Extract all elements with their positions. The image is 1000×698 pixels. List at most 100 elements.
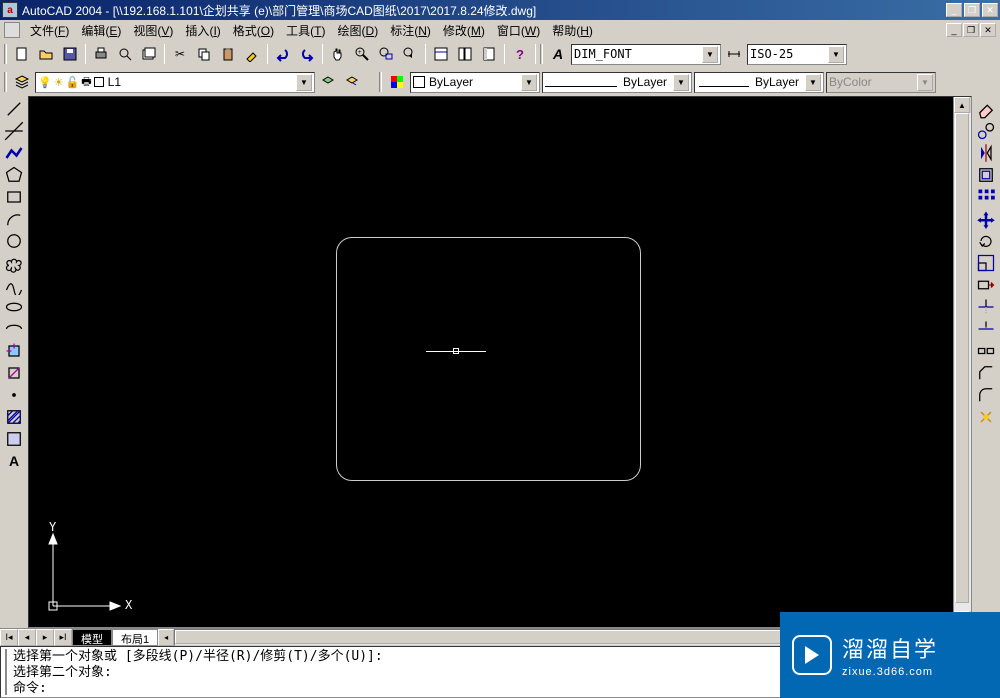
new-button[interactable] — [11, 43, 33, 65]
color-combo[interactable]: ByLayer▼ — [410, 72, 540, 93]
stretch-tool[interactable] — [975, 274, 997, 296]
grip-icon[interactable] — [540, 44, 543, 64]
line-tool[interactable] — [3, 98, 25, 120]
publish-button[interactable] — [138, 43, 160, 65]
restore-button[interactable]: ❐ — [964, 3, 980, 17]
menu-insert[interactable]: 插入(I) — [179, 20, 226, 41]
mtext-tool[interactable]: A — [3, 450, 25, 472]
layer-prev-button[interactable] — [341, 71, 363, 93]
mdi-minimize-button[interactable]: _ — [946, 23, 962, 37]
scale-tool[interactable] — [975, 252, 997, 274]
ellipse-arc-tool[interactable] — [3, 318, 25, 340]
menu-window[interactable]: 窗口(W) — [491, 20, 546, 41]
print-button[interactable] — [90, 43, 112, 65]
layer-state-button[interactable] — [317, 71, 339, 93]
paste-button[interactable] — [217, 43, 239, 65]
zoom-rt-button[interactable]: + — [351, 43, 373, 65]
toolpalettes-button[interactable] — [478, 43, 500, 65]
rectangle-tool[interactable] — [3, 186, 25, 208]
close-button[interactable]: ✕ — [982, 3, 998, 17]
designcenter-button[interactable] — [454, 43, 476, 65]
array-tool[interactable] — [975, 186, 997, 208]
vertical-scrollbar[interactable]: ▲ ▼ — [953, 97, 971, 627]
layer-combo[interactable]: 💡 ☀ 🔓 🖶 L1 ▼ — [35, 72, 315, 93]
cut-button[interactable]: ✂ — [169, 43, 191, 65]
grip-icon[interactable] — [5, 649, 9, 695]
menu-view[interactable]: 视图(V) — [127, 20, 179, 41]
mdi-close-button[interactable]: ✕ — [980, 23, 996, 37]
redo-button[interactable] — [296, 43, 318, 65]
tab-model[interactable]: 模型 — [72, 629, 112, 646]
point-tool[interactable] — [3, 384, 25, 406]
move-tool[interactable] — [975, 208, 997, 230]
mirror-tool[interactable] — [975, 142, 997, 164]
rounded-rectangle-object[interactable] — [336, 237, 641, 481]
chamfer-tool[interactable] — [975, 362, 997, 384]
trim-tool[interactable] — [975, 296, 997, 318]
color-button[interactable] — [386, 71, 408, 93]
menu-dim[interactable]: 标注(N) — [384, 20, 437, 41]
grip-icon[interactable] — [379, 72, 382, 92]
play-icon — [792, 635, 832, 675]
tab-layout1[interactable]: 布局1 — [112, 629, 158, 646]
break-tool[interactable] — [975, 340, 997, 362]
copy-button[interactable] — [193, 43, 215, 65]
zoom-window-button[interactable] — [375, 43, 397, 65]
menu-file[interactable]: 文件(F) — [24, 20, 75, 41]
mdi-restore-button[interactable]: ❐ — [963, 23, 979, 37]
tab-last-button[interactable]: ▸I — [54, 629, 72, 646]
save-button[interactable] — [59, 43, 81, 65]
hscroll-left-button[interactable]: ◂ — [158, 629, 174, 646]
undo-button[interactable] — [272, 43, 294, 65]
insert-block-tool[interactable] — [3, 340, 25, 362]
layer-manager-button[interactable] — [11, 71, 33, 93]
extend-tool[interactable] — [975, 318, 997, 340]
grip-icon[interactable] — [4, 72, 7, 92]
help-button[interactable]: ? — [509, 43, 531, 65]
drawing-canvas[interactable]: Y X — [29, 97, 953, 627]
polygon-tool[interactable] — [3, 164, 25, 186]
erase-tool[interactable] — [975, 98, 997, 120]
title-bar: a AutoCAD 2004 - [\\192.168.1.101\企划共享 (… — [0, 0, 1000, 20]
xline-tool[interactable] — [3, 120, 25, 142]
hatch-tool[interactable] — [3, 406, 25, 428]
menu-tools[interactable]: 工具(T) — [280, 20, 331, 41]
textstyle-combo[interactable]: DIM_FONT▼ — [571, 44, 721, 65]
menu-format[interactable]: 格式(O) — [227, 20, 280, 41]
tab-first-button[interactable]: I◂ — [0, 629, 18, 646]
polyline-tool[interactable] — [3, 142, 25, 164]
textstyle-a-icon[interactable]: A — [547, 43, 569, 65]
minimize-button[interactable]: _ — [946, 3, 962, 17]
preview-button[interactable] — [114, 43, 136, 65]
match-prop-button[interactable] — [241, 43, 263, 65]
linetype-combo[interactable]: ByLayer▼ — [542, 72, 692, 93]
zoom-prev-button[interactable] — [399, 43, 421, 65]
menu-modify[interactable]: 修改(M) — [437, 20, 491, 41]
make-block-tool[interactable] — [3, 362, 25, 384]
tab-next-button[interactable]: ▸ — [36, 629, 54, 646]
grip-icon[interactable] — [4, 44, 7, 64]
spline-tool[interactable] — [3, 274, 25, 296]
color-swatch-icon — [94, 77, 104, 87]
menu-draw[interactable]: 绘图(D) — [332, 20, 385, 41]
region-tool[interactable] — [3, 428, 25, 450]
fillet-tool[interactable] — [975, 384, 997, 406]
arc-tool[interactable] — [3, 208, 25, 230]
properties-button[interactable] — [430, 43, 452, 65]
rotate-tool[interactable] — [975, 230, 997, 252]
tab-prev-button[interactable]: ◂ — [18, 629, 36, 646]
offset-tool[interactable] — [975, 164, 997, 186]
dimstyle-icon[interactable] — [723, 43, 745, 65]
lineweight-combo[interactable]: ByLayer▼ — [694, 72, 824, 93]
copy-tool[interactable] — [975, 120, 997, 142]
dimstyle-combo[interactable]: ISO-25▼ — [747, 44, 847, 65]
menu-edit[interactable]: 编辑(E) — [75, 20, 127, 41]
doc-icon — [4, 22, 20, 38]
revcloud-tool[interactable] — [3, 252, 25, 274]
circle-tool[interactable] — [3, 230, 25, 252]
ellipse-tool[interactable] — [3, 296, 25, 318]
explode-tool[interactable] — [975, 406, 997, 428]
pan-button[interactable] — [327, 43, 349, 65]
menu-help[interactable]: 帮助(H) — [546, 20, 599, 41]
open-button[interactable] — [35, 43, 57, 65]
